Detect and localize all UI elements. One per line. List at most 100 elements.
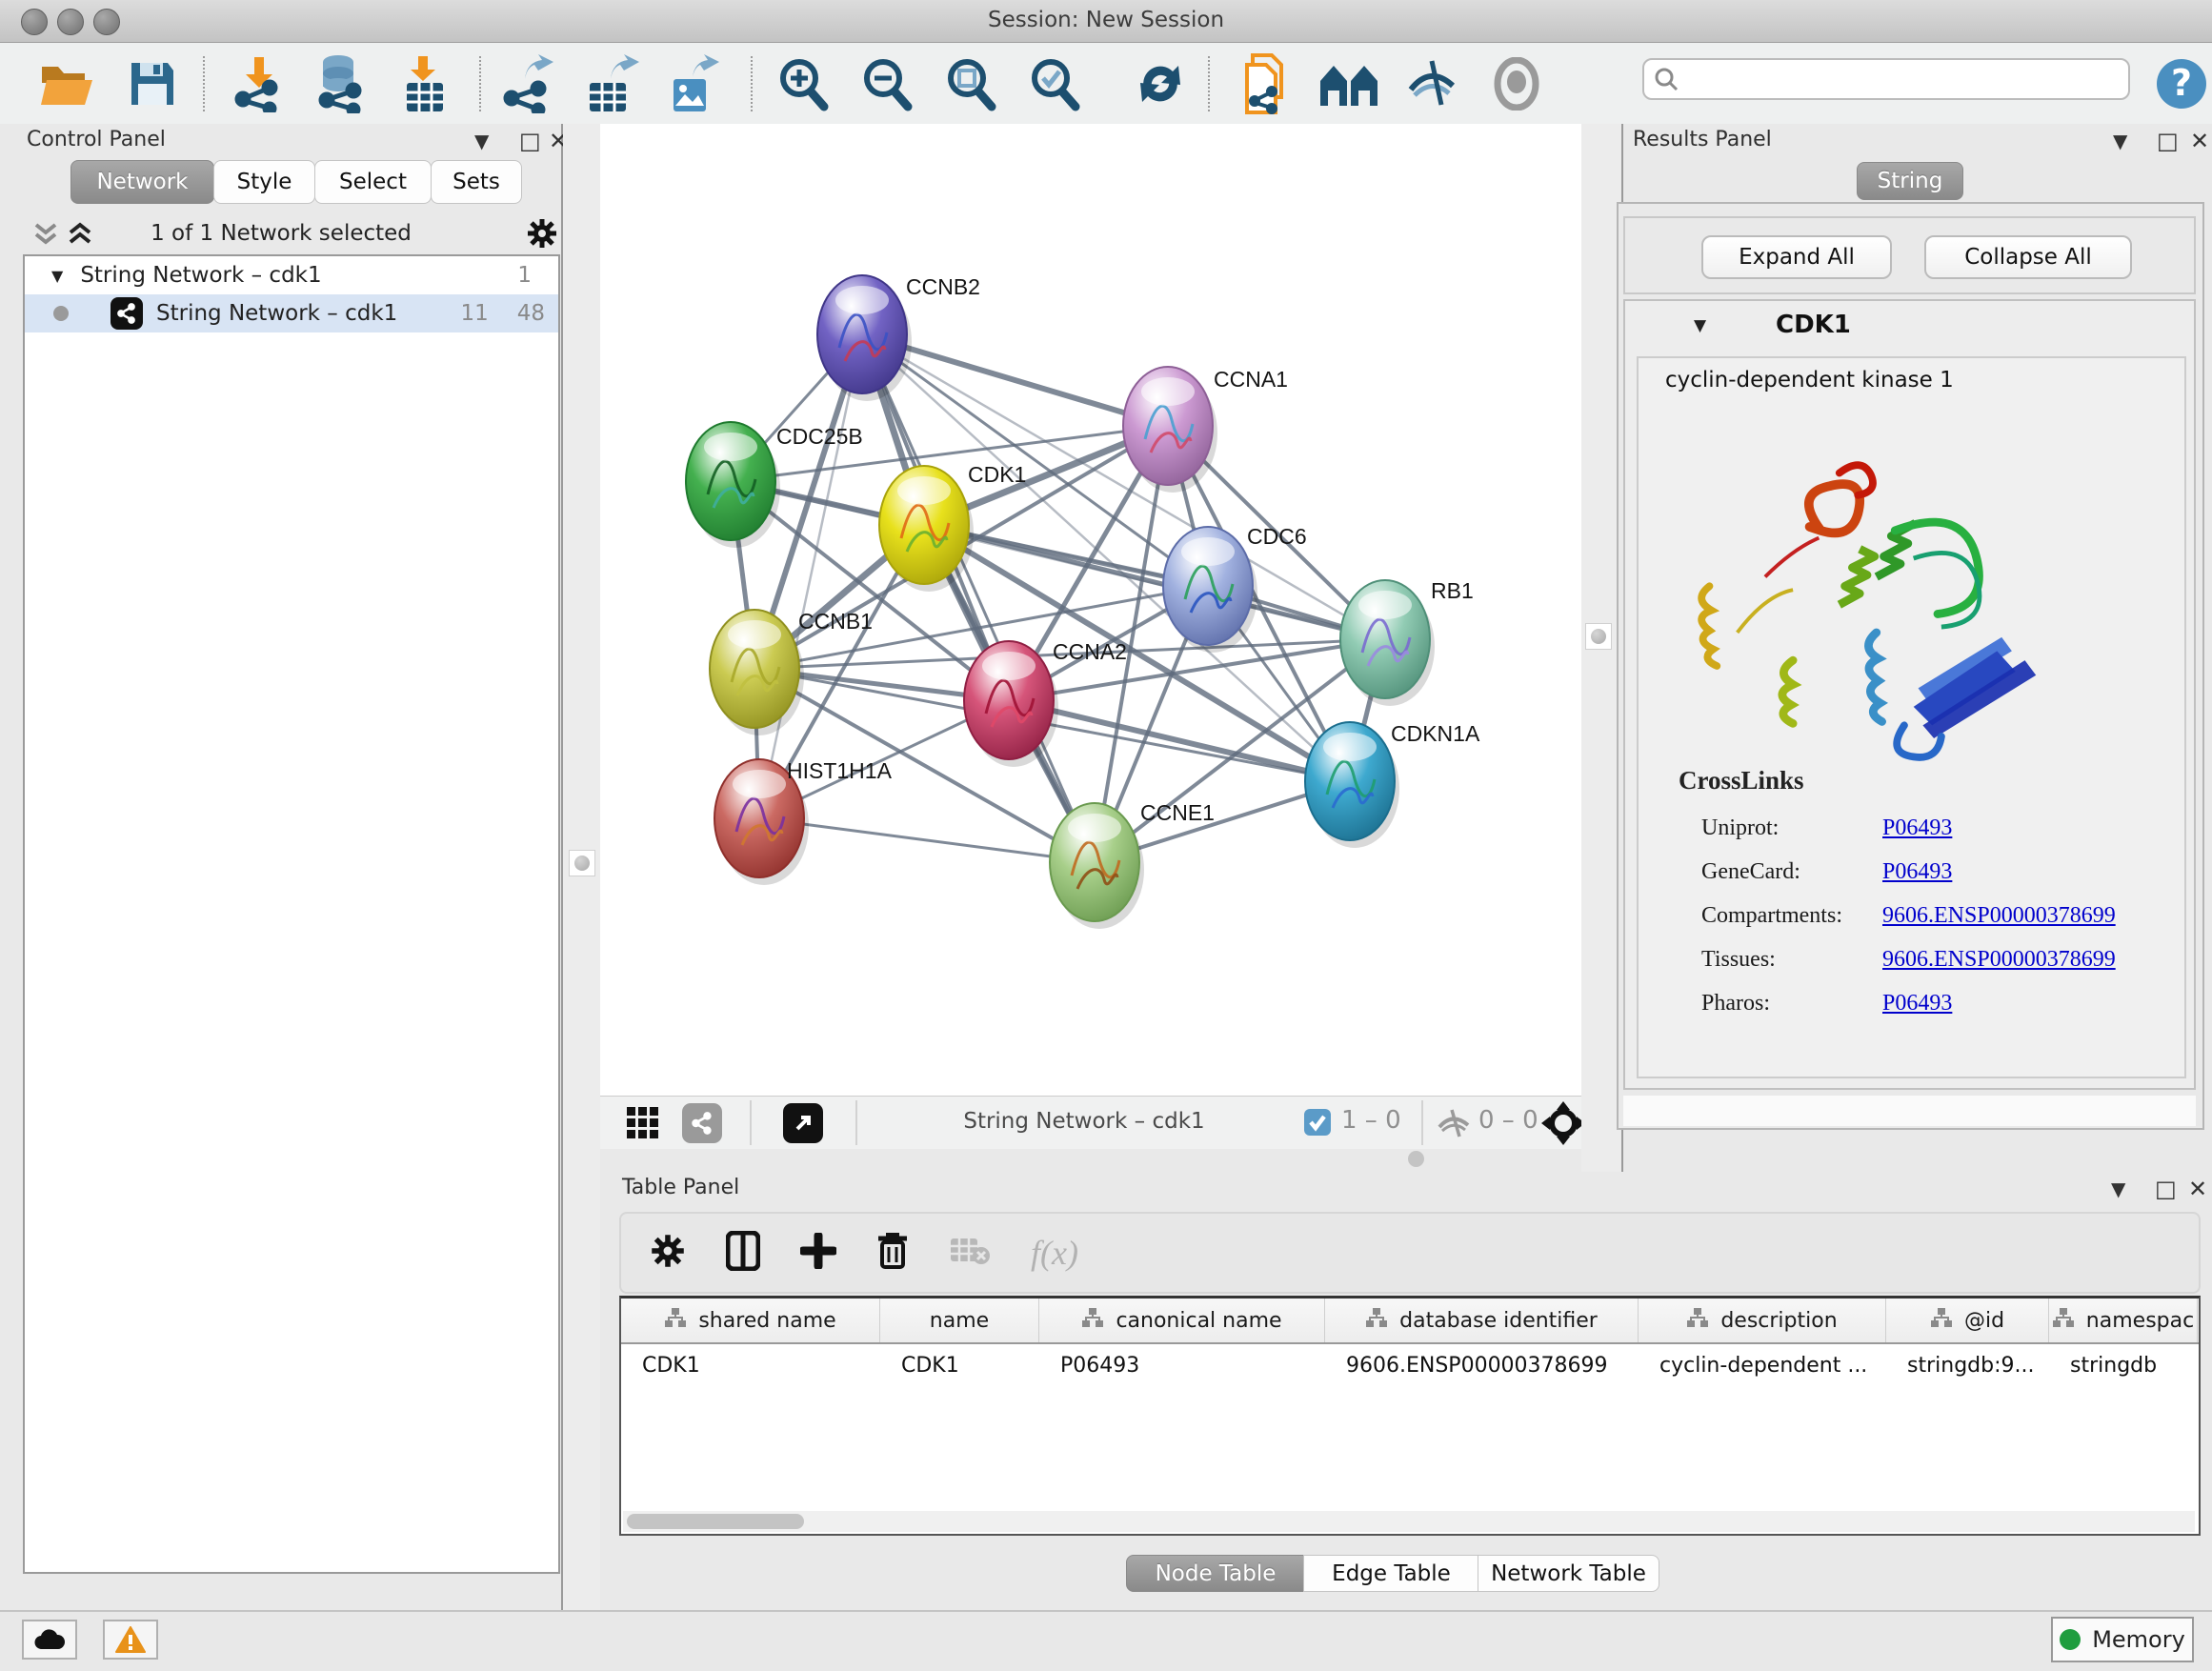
left-splitter-handle[interactable] — [569, 850, 595, 876]
network-node-CCNB2[interactable]: CCNB2 — [817, 274, 980, 401]
network-edge[interactable] — [759, 818, 1095, 862]
detach-view-icon[interactable] — [783, 1103, 823, 1143]
search-input[interactable] — [1679, 67, 2101, 92]
first-neighbors-icon[interactable] — [1318, 54, 1379, 113]
network-node-CCNE1[interactable]: CCNE1 — [1050, 800, 1215, 929]
table-cell[interactable]: stringdb:9... — [1886, 1344, 2049, 1386]
import-network-from-database-icon[interactable] — [311, 54, 372, 113]
column-header-description[interactable]: description — [1639, 1299, 1886, 1342]
tab-node-table[interactable]: Node Table — [1126, 1555, 1305, 1592]
network-edge[interactable] — [924, 525, 1385, 639]
left-splitter[interactable] — [563, 124, 600, 1610]
crosslink-value-link[interactable]: 9606.ENSP00000378699 — [1882, 903, 2116, 929]
import-table-from-file-icon[interactable] — [394, 54, 455, 113]
network-node-HIST1H1A[interactable]: HIST1H1A — [714, 758, 893, 885]
zoom-fit-icon[interactable] — [941, 54, 1002, 113]
table-cell[interactable]: 9606.ENSP00000378699 — [1325, 1344, 1639, 1386]
right-splitter[interactable] — [1581, 124, 1621, 1172]
column-header--id[interactable]: @id — [1886, 1299, 2049, 1342]
table-cell[interactable]: stringdb — [2049, 1344, 2198, 1386]
right-splitter-handle[interactable] — [1585, 623, 1612, 650]
cloud-status-button[interactable] — [22, 1620, 77, 1660]
gene-expand-icon[interactable]: ▼ — [1694, 316, 1706, 335]
show-columns-icon[interactable] — [726, 1231, 760, 1275]
network-node-CCNA1[interactable]: CCNA1 — [1123, 367, 1288, 493]
panel-float-icon[interactable]: □ — [519, 128, 541, 154]
birds-eye-view-icon[interactable] — [625, 1105, 661, 1145]
export-table-icon[interactable] — [581, 54, 642, 113]
table-cell[interactable]: P06493 — [1039, 1344, 1325, 1386]
crosslink-value-link[interactable]: P06493 — [1882, 815, 1952, 841]
table-hscrollbar-thumb[interactable] — [627, 1514, 804, 1529]
tab-network-table[interactable]: Network Table — [1478, 1555, 1659, 1592]
column-header-shared-name[interactable]: shared name — [621, 1299, 880, 1342]
network-options-gear-icon[interactable] — [526, 217, 558, 253]
add-column-icon[interactable] — [800, 1233, 836, 1273]
network-edge[interactable] — [862, 334, 1095, 862]
memory-button[interactable]: Memory — [2051, 1617, 2194, 1662]
table-cell[interactable]: CDK1 — [621, 1344, 880, 1386]
collection-expand-icon[interactable]: ▼ — [51, 267, 63, 285]
network-node-CDC6[interactable]: CDC6 — [1163, 524, 1307, 653]
table-cell[interactable]: CDK1 — [880, 1344, 1039, 1386]
pan-crosshair-icon[interactable] — [1541, 1101, 1585, 1149]
delete-column-icon[interactable] — [876, 1231, 909, 1275]
network-canvas[interactable]: CCNB2CCNA1CDC25BCDK1CDC6RB1CCNB1CCNA2CDK… — [600, 124, 1581, 1096]
tab-network[interactable]: Network — [70, 160, 214, 204]
export-image-icon[interactable] — [663, 54, 724, 113]
tab-sets[interactable]: Sets — [431, 160, 522, 204]
collapse-all-button[interactable]: Collapse All — [1924, 235, 2132, 279]
panel-float-icon[interactable]: □ — [2157, 128, 2179, 154]
network-node-CDKN1A[interactable]: CDKN1A — [1305, 721, 1480, 848]
open-session-icon[interactable] — [36, 54, 97, 113]
crosslink-value-link[interactable]: P06493 — [1882, 859, 1952, 885]
zoom-selected-icon[interactable] — [1025, 54, 1086, 113]
column-header-canonical-name[interactable]: canonical name — [1039, 1299, 1325, 1342]
network-share-icon[interactable] — [682, 1103, 722, 1143]
table-hscrollbar[interactable] — [623, 1511, 2195, 1532]
panel-float-icon[interactable]: □ — [2155, 1176, 2177, 1202]
show-all-icon[interactable] — [1486, 54, 1547, 113]
zoom-in-icon[interactable] — [774, 54, 835, 113]
collapse-all-networks-icon[interactable] — [32, 219, 59, 252]
zoom-out-icon[interactable] — [857, 54, 918, 113]
expand-all-button[interactable]: Expand All — [1701, 235, 1892, 279]
table-row[interactable]: CDK1CDK1P064939606.ENSP00000378699cyclin… — [621, 1344, 2199, 1386]
import-network-from-file-icon[interactable] — [229, 54, 290, 113]
network-graph[interactable]: CCNB2CCNA1CDC25BCDK1CDC6RB1CCNB1CCNA2CDK… — [600, 124, 1581, 1096]
tab-string[interactable]: String — [1857, 162, 1963, 200]
panel-close-icon[interactable]: ✕ — [2190, 128, 2209, 154]
panel-menu-icon[interactable]: ▼ — [2111, 1178, 2125, 1200]
crosslink-value-link[interactable]: 9606.ENSP00000378699 — [1882, 947, 2116, 973]
expand-all-networks-icon[interactable] — [67, 219, 93, 252]
new-network-from-selection-icon[interactable] — [1235, 54, 1296, 113]
selected-nodes-checkbox-icon[interactable] — [1303, 1108, 1332, 1140]
tab-edge-table[interactable]: Edge Table — [1303, 1555, 1479, 1592]
panel-menu-icon[interactable]: ▼ — [2113, 130, 2127, 152]
search-field[interactable] — [1642, 58, 2130, 100]
network-collection-row[interactable]: ▼ String Network – cdk1 1 — [25, 256, 558, 294]
table-settings-gear-icon[interactable] — [650, 1233, 686, 1273]
column-header-database-identifier[interactable]: database identifier — [1325, 1299, 1639, 1342]
tab-select[interactable]: Select — [314, 160, 432, 204]
network-row[interactable]: String Network – cdk1 11 48 — [25, 294, 558, 332]
apply-preferred-layout-icon[interactable] — [1130, 54, 1191, 113]
column-header-namespac[interactable]: namespac — [2049, 1299, 2198, 1342]
results-scrollbar-track[interactable] — [1623, 1096, 2196, 1126]
network-node-RB1[interactable]: RB1 — [1340, 578, 1474, 706]
network-node-CCNB1[interactable]: CCNB1 — [710, 609, 873, 735]
tab-style[interactable]: Style — [213, 160, 315, 204]
column-header-name[interactable]: name — [880, 1299, 1039, 1342]
save-session-icon[interactable] — [122, 54, 183, 113]
network-node-CDC25B[interactable]: CDC25B — [686, 422, 863, 548]
export-network-icon[interactable] — [497, 54, 558, 113]
hide-selected-icon[interactable] — [1402, 54, 1463, 113]
network-node-CCNA2[interactable]: CCNA2 — [964, 639, 1127, 767]
help-icon[interactable]: ? — [2151, 54, 2212, 113]
crosslink-value-link[interactable]: P06493 — [1882, 991, 1952, 1017]
table-cell[interactable]: cyclin-dependent ... — [1639, 1344, 1886, 1386]
panel-menu-icon[interactable]: ▼ — [474, 130, 489, 152]
warning-status-button[interactable] — [103, 1620, 158, 1660]
network-edge[interactable] — [759, 334, 862, 818]
panel-close-icon[interactable]: ✕ — [2188, 1176, 2207, 1202]
